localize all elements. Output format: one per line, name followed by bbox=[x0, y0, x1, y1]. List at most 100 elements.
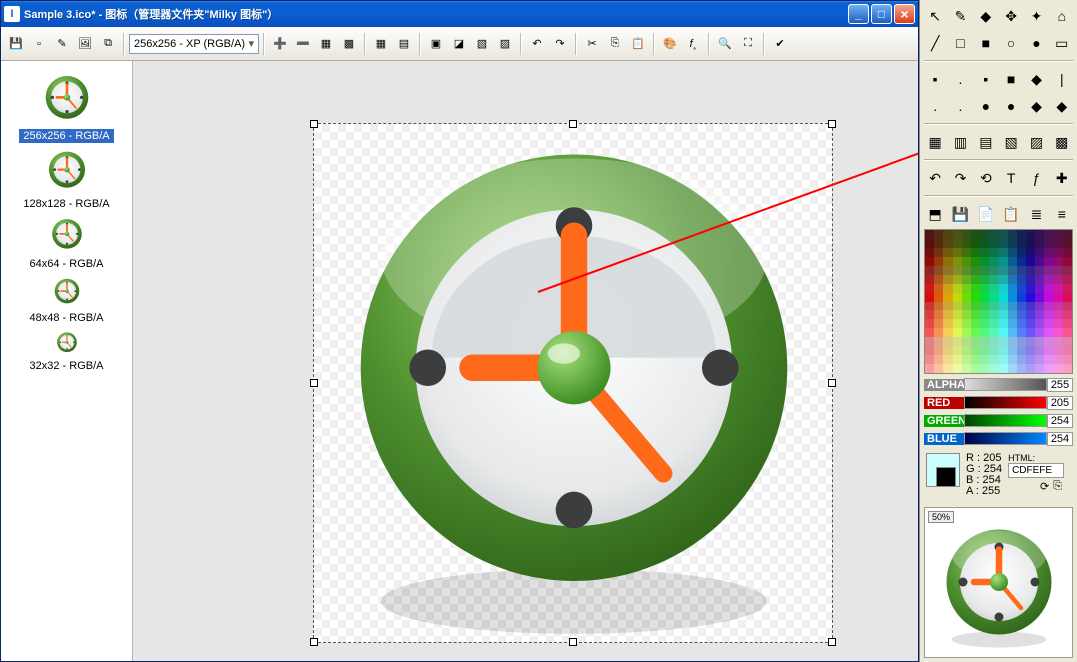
color-swatch[interactable] bbox=[971, 355, 980, 364]
paste-icon[interactable]: 📋 bbox=[627, 33, 649, 55]
color-swatch[interactable] bbox=[1008, 355, 1017, 364]
color-swatch[interactable] bbox=[1008, 266, 1017, 275]
color-swatch[interactable] bbox=[943, 284, 952, 293]
color-swatch[interactable] bbox=[1044, 275, 1053, 284]
color-swatch[interactable] bbox=[934, 293, 943, 302]
color-swatch[interactable] bbox=[953, 284, 962, 293]
color-swatch[interactable] bbox=[934, 302, 943, 311]
format-thumb[interactable]: 128x128 - RGB/A bbox=[1, 145, 132, 213]
color-swatch[interactable] bbox=[1008, 257, 1017, 266]
sync-color-icon[interactable]: ⟳ bbox=[1040, 480, 1049, 493]
color-swatch[interactable] bbox=[1026, 239, 1035, 248]
color-swatch[interactable] bbox=[1017, 355, 1026, 364]
transform-button[interactable]: ✚ bbox=[1052, 168, 1072, 188]
color-swatch[interactable] bbox=[925, 248, 934, 257]
color-swatch[interactable] bbox=[980, 248, 989, 257]
color-swatch[interactable] bbox=[999, 275, 1008, 284]
new-image-icon[interactable]: ▫ bbox=[28, 33, 50, 55]
color-swatch[interactable] bbox=[953, 310, 962, 319]
color-swatch[interactable] bbox=[1026, 275, 1035, 284]
grid-icon[interactable]: ▦ bbox=[370, 33, 392, 55]
color-swatch[interactable] bbox=[971, 328, 980, 337]
color-swatch[interactable] bbox=[1063, 257, 1072, 266]
color-swatch[interactable] bbox=[989, 346, 998, 355]
color-swatch[interactable] bbox=[1017, 302, 1026, 311]
red-track[interactable] bbox=[964, 396, 1047, 409]
canvas[interactable] bbox=[313, 123, 833, 643]
color-swatch[interactable] bbox=[1054, 257, 1063, 266]
color-swatch[interactable] bbox=[999, 310, 1008, 319]
blue-value[interactable]: 254 bbox=[1047, 432, 1073, 446]
color-swatch[interactable] bbox=[999, 364, 1008, 373]
format-b-icon[interactable]: ▩ bbox=[338, 33, 360, 55]
color-swatch[interactable] bbox=[925, 284, 934, 293]
html-color-input[interactable]: CDFEFE bbox=[1008, 463, 1064, 478]
image-thumb-icon[interactable]: 🖼 bbox=[74, 33, 96, 55]
color-swatch[interactable] bbox=[1044, 293, 1053, 302]
color-swatch[interactable] bbox=[925, 293, 934, 302]
color-swatch[interactable] bbox=[934, 328, 943, 337]
color-swatch[interactable] bbox=[1044, 239, 1053, 248]
color-palette[interactable] bbox=[924, 229, 1073, 374]
color-swatch[interactable] bbox=[925, 275, 934, 284]
color-swatch[interactable] bbox=[1026, 328, 1035, 337]
color-swatch[interactable] bbox=[999, 346, 1008, 355]
color-swatch[interactable] bbox=[1017, 364, 1026, 373]
color-swatch[interactable] bbox=[989, 364, 998, 373]
color-swatch[interactable] bbox=[934, 257, 943, 266]
effects-icon[interactable]: f˳ bbox=[682, 33, 704, 55]
color-swatch[interactable] bbox=[980, 364, 989, 373]
color-swatch[interactable] bbox=[1026, 266, 1035, 275]
copy-format-icon[interactable]: ⧉ bbox=[97, 33, 119, 55]
color-swatch[interactable] bbox=[1026, 310, 1035, 319]
color-swatch[interactable] bbox=[1035, 302, 1044, 311]
color-swatch[interactable] bbox=[999, 319, 1008, 328]
brush-shape-button[interactable]: ● bbox=[1001, 96, 1021, 116]
color-swatch[interactable] bbox=[943, 266, 952, 275]
color-swatch[interactable] bbox=[1044, 257, 1053, 266]
color-swatch[interactable] bbox=[1017, 328, 1026, 337]
color-swatch[interactable] bbox=[999, 302, 1008, 311]
color-swatch[interactable] bbox=[999, 266, 1008, 275]
color-swatch[interactable] bbox=[934, 266, 943, 275]
palette-icon[interactable]: 🎨 bbox=[659, 33, 681, 55]
color-swatch[interactable] bbox=[1063, 248, 1072, 257]
color-swatch[interactable] bbox=[943, 364, 952, 373]
color-swatch[interactable] bbox=[1017, 284, 1026, 293]
copy-icon[interactable]: ⎘ bbox=[604, 33, 626, 55]
color-swatch[interactable] bbox=[1063, 346, 1072, 355]
layer-down-icon[interactable]: ◪ bbox=[448, 33, 470, 55]
color-swatch[interactable] bbox=[1035, 346, 1044, 355]
color-swatch[interactable] bbox=[1035, 364, 1044, 373]
color-swatch[interactable] bbox=[943, 293, 952, 302]
color-swatch[interactable] bbox=[999, 257, 1008, 266]
color-swatch[interactable] bbox=[934, 239, 943, 248]
color-swatch[interactable] bbox=[953, 337, 962, 346]
undo-icon[interactable]: ↶ bbox=[526, 33, 548, 55]
check-icon[interactable]: ✔ bbox=[769, 33, 791, 55]
copy-color-icon[interactable]: ⎘ bbox=[1053, 480, 1062, 493]
brush-size-button[interactable]: ▪ bbox=[925, 69, 945, 89]
color-swatch[interactable] bbox=[1026, 293, 1035, 302]
layer-a-icon[interactable]: ▧ bbox=[471, 33, 493, 55]
color-swatch[interactable] bbox=[1044, 364, 1053, 373]
color-swatch[interactable] bbox=[953, 355, 962, 364]
color-swatch[interactable] bbox=[1026, 346, 1035, 355]
color-swatch[interactable] bbox=[1008, 302, 1017, 311]
tool-button[interactable]: ⌂ bbox=[1052, 6, 1072, 26]
tool-button[interactable]: ✎ bbox=[950, 6, 970, 26]
gradient-button[interactable]: ▨ bbox=[1026, 132, 1046, 152]
color-swatch[interactable] bbox=[1054, 230, 1063, 239]
zoom-icon[interactable]: 🔍 bbox=[714, 33, 736, 55]
color-swatch[interactable] bbox=[999, 230, 1008, 239]
shape-tool-button[interactable]: ○ bbox=[1001, 33, 1021, 53]
palette-op-button[interactable]: ≣ bbox=[1026, 204, 1046, 224]
color-swatch[interactable] bbox=[1008, 248, 1017, 257]
color-swatch[interactable] bbox=[962, 293, 971, 302]
color-swatch[interactable] bbox=[1044, 266, 1053, 275]
color-swatch[interactable] bbox=[1035, 248, 1044, 257]
color-swatch[interactable] bbox=[943, 346, 952, 355]
maximize-button[interactable]: □ bbox=[871, 4, 892, 24]
brush-size-button[interactable]: ▪ bbox=[976, 69, 996, 89]
color-swatch[interactable] bbox=[971, 248, 980, 257]
